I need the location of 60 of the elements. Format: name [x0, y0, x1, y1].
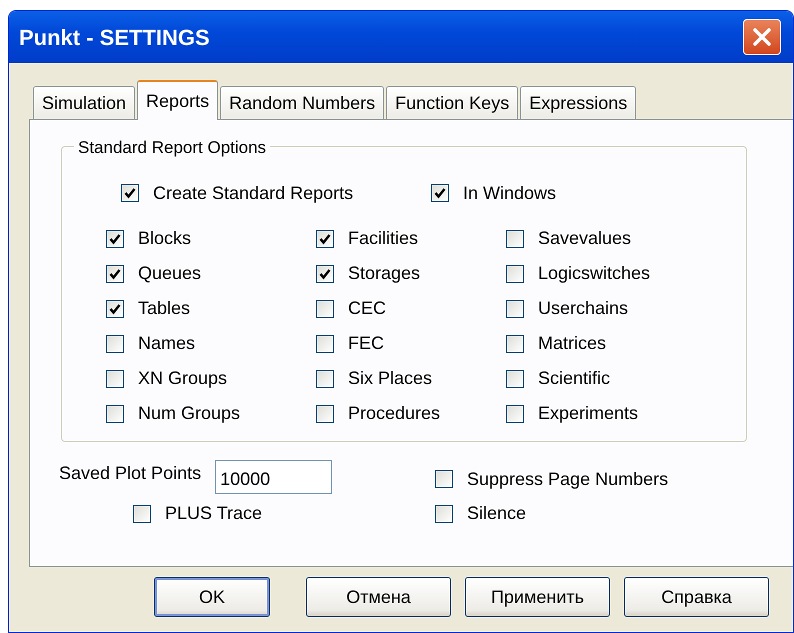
checkbox-label: Suppress Page Numbers	[467, 468, 668, 491]
checkbox-label: Savevalues	[538, 227, 632, 250]
checkbox-label: Facilities	[348, 227, 418, 250]
checkbox[interactable]	[506, 230, 524, 248]
field-label: Saved Plot Points	[59, 462, 202, 485]
checkbox-label: FEC	[348, 332, 384, 355]
checkbox-label: Create Standard Reports	[153, 182, 354, 205]
tab[interactable]: Reports	[137, 80, 218, 120]
checkbox[interactable]	[506, 404, 524, 422]
checkbox-label: Blocks	[138, 227, 192, 250]
checkbox-label: Six Places	[348, 367, 432, 390]
checkbox[interactable]	[316, 230, 334, 248]
checkbox-label: Silence	[467, 502, 526, 525]
close-icon	[752, 27, 772, 47]
dialog-button[interactable]: OK	[154, 577, 270, 617]
checkbox[interactable]	[316, 334, 334, 352]
checkbox[interactable]	[133, 504, 151, 522]
checkbox-label: Procedures	[348, 402, 440, 425]
tab[interactable]: Expressions	[520, 86, 636, 119]
checkbox-label: Tables	[138, 297, 190, 320]
checkbox[interactable]	[106, 300, 124, 318]
checkbox[interactable]	[431, 184, 449, 202]
checkbox-label: In Windows	[463, 182, 556, 204]
checkbox-label: Queues	[138, 262, 202, 285]
close-button[interactable]	[743, 19, 781, 55]
checkbox[interactable]	[506, 334, 524, 352]
tab[interactable]: Function Keys	[386, 86, 518, 119]
window-title: Punkt - SETTINGS	[19, 24, 210, 52]
checkbox[interactable]	[106, 370, 124, 388]
input-field[interactable]: 10000	[215, 460, 332, 494]
checkbox[interactable]	[316, 404, 334, 422]
tab[interactable]: Random Numbers	[220, 86, 384, 119]
dialog-button[interactable]: Отмена	[306, 577, 451, 617]
checkbox-label: Matrices	[538, 332, 606, 355]
dialog-button[interactable]: Применить	[465, 577, 610, 617]
checkbox[interactable]	[506, 264, 524, 282]
checkbox-label: Logicswitches	[538, 262, 650, 285]
checkbox-label: XN Groups	[138, 367, 228, 390]
checkbox[interactable]	[506, 370, 524, 388]
checkbox[interactable]	[316, 300, 334, 318]
checkbox-label: Scientific	[538, 367, 610, 390]
checkbox[interactable]	[106, 264, 124, 282]
checkbox[interactable]	[106, 334, 124, 352]
dialog-button[interactable]: Справка	[624, 577, 769, 617]
checkbox[interactable]	[506, 300, 524, 318]
checkbox[interactable]	[106, 404, 124, 422]
checkbox-label: Userchains	[538, 297, 628, 320]
checkbox-label: Experiments	[538, 402, 638, 425]
checkbox-label: CEC	[348, 297, 386, 320]
checkbox[interactable]	[121, 184, 139, 202]
checkbox[interactable]	[435, 504, 453, 522]
checkbox-label: Num Groups	[138, 402, 240, 425]
checkbox[interactable]	[435, 470, 453, 488]
checkbox-label: Names	[138, 332, 196, 355]
checkbox[interactable]	[316, 264, 334, 282]
tab[interactable]: Simulation	[33, 86, 136, 119]
checkbox-label: Storages	[348, 262, 420, 285]
checkbox[interactable]	[316, 370, 334, 388]
checkbox[interactable]	[106, 230, 124, 248]
checkbox-label: PLUS Trace	[165, 502, 262, 525]
